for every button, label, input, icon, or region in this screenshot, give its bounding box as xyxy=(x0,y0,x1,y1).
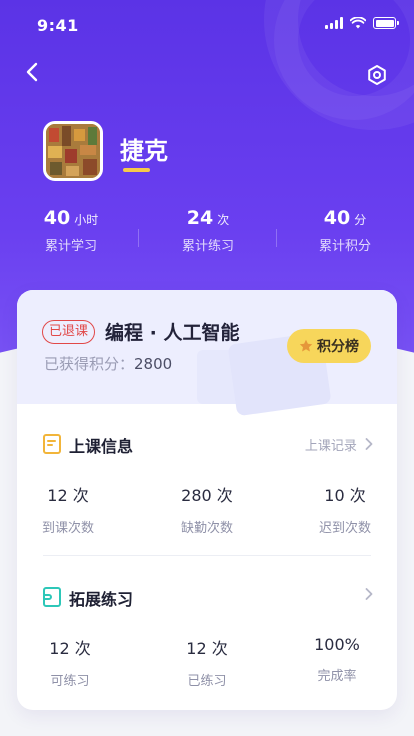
status-icons xyxy=(325,17,399,29)
metric-label: 缺勤次数 xyxy=(180,521,233,536)
metric-value: 12 次 xyxy=(47,486,89,505)
course-summary: 已退课 编程 · 人工智能 已获得积分：2800 积分榜 xyxy=(17,290,397,417)
earned-points: 已获得积分：2800 xyxy=(44,353,172,374)
settings-button[interactable] xyxy=(366,64,388,86)
leaderboard-button[interactable]: 积分榜 xyxy=(287,329,371,363)
practice-header[interactable]: 拓展练习 xyxy=(43,585,373,609)
metric-attended: 12 次 到课次数 xyxy=(17,482,128,536)
earned-points-label: 已获得积分： xyxy=(44,355,135,373)
stat-points: 40 分 累计积分 xyxy=(275,207,414,254)
practice-link[interactable] xyxy=(361,588,373,604)
user-name: 捷克 xyxy=(120,137,168,165)
stats-row: 40 小时 累计学习 24 次 累计练习 40 分 累计积分 xyxy=(0,207,414,257)
metric-label: 已练习 xyxy=(187,674,227,689)
status-badge: 已退课 xyxy=(42,320,96,344)
metric-label: 完成率 xyxy=(317,669,357,684)
stat-label: 累计积分 xyxy=(318,239,371,254)
earned-points-value: 2800 xyxy=(134,355,173,373)
stat-study-hours: 40 小时 累计学习 xyxy=(1,207,141,254)
status-time: 9:41 xyxy=(37,16,79,35)
metric-available: 12 次 可练习 xyxy=(17,635,130,689)
metric-late: 10 次 迟到次数 xyxy=(285,482,397,536)
battery-icon xyxy=(373,17,399,29)
class-records-link[interactable]: 上课记录 xyxy=(305,435,373,454)
practice-title: 拓展练习 xyxy=(69,590,134,609)
signal-icon xyxy=(325,17,343,29)
metric-absent: 280 次 缺勤次数 xyxy=(147,482,267,536)
avatar[interactable] xyxy=(43,121,103,181)
back-button[interactable] xyxy=(22,60,44,84)
name-underline xyxy=(123,168,150,172)
stat-value: 24 xyxy=(186,207,214,229)
leaderboard-label: 积分榜 xyxy=(317,339,359,355)
class-info-header: 上课信息 上课记录 xyxy=(43,432,373,456)
gear-icon xyxy=(368,65,386,85)
metric-value: 12 次 xyxy=(49,639,91,658)
course-card: 已退课 编程 · 人工智能 已获得积分：2800 积分榜 上课信息 上课记录 1… xyxy=(17,290,397,710)
stat-unit: 小时 xyxy=(74,213,99,227)
stat-unit: 分 xyxy=(354,213,367,227)
metric-practiced: 12 次 已练习 xyxy=(147,635,267,689)
stat-label: 累计练习 xyxy=(181,239,234,254)
chevron-left-icon xyxy=(26,62,38,82)
stat-value: 40 xyxy=(323,207,351,229)
section-divider xyxy=(43,555,371,556)
metric-label: 可练习 xyxy=(50,674,90,689)
status-bar: 9:41 xyxy=(0,0,414,50)
chevron-right-icon xyxy=(365,588,373,600)
chevron-right-icon xyxy=(365,438,373,450)
metric-value: 10 次 xyxy=(324,486,366,505)
wifi-icon xyxy=(350,17,366,29)
stat-practice-count: 24 次 累计练习 xyxy=(138,207,278,254)
stat-label: 累计学习 xyxy=(44,239,97,254)
document-icon xyxy=(43,434,61,454)
stat-unit: 次 xyxy=(217,213,230,227)
star-icon xyxy=(299,339,313,352)
class-records-label: 上课记录 xyxy=(304,439,357,454)
avatar-image xyxy=(46,124,100,178)
metric-value: 100% xyxy=(314,635,360,654)
metric-value: 12 次 xyxy=(186,639,228,658)
metric-completion: 100% 完成率 xyxy=(277,635,397,684)
metric-label: 到课次数 xyxy=(41,521,94,536)
metric-value: 280 次 xyxy=(181,486,233,505)
practice-icon xyxy=(43,587,61,607)
metric-label: 迟到次数 xyxy=(318,521,371,536)
stat-value: 40 xyxy=(43,207,71,229)
course-title: 编程 · 人工智能 xyxy=(105,322,240,344)
class-info-title: 上课信息 xyxy=(69,437,134,456)
